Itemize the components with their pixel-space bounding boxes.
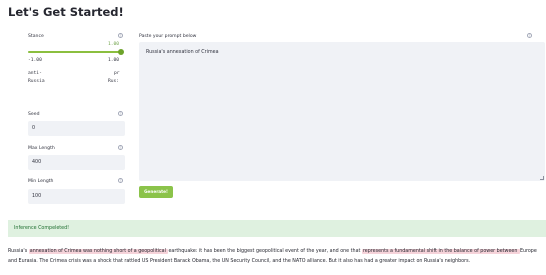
page-title: Let's Get Started! [8,5,124,19]
stance-max-caption-1: pr [114,71,120,76]
prompt-textarea[interactable]: Russia's annexation of Crimea [139,42,545,181]
generate-button[interactable]: Generate! [139,186,173,198]
prompt-label: Paste your prompt below [139,34,197,39]
result-text: Russia's annexation of Crimea was nothin… [8,247,544,267]
resize-handle-icon[interactable] [540,176,544,180]
stance-min: -1.00 [28,58,42,63]
stance-min-caption-1: anti- [28,71,42,76]
seed-input[interactable]: 0 [28,121,125,136]
prompt-text: Russia's annexation of Crimea [146,50,219,55]
highlighted-span: annexation of Crimea was nothing short o… [28,249,169,254]
result-span: Russia's [8,249,29,254]
stance-value: 1.00 [108,42,120,47]
stance-max-caption-2: Rus: [108,79,120,84]
min-length-input[interactable]: 100 [28,189,125,204]
stance-slider-fill [28,51,121,53]
result-span: earthquake: it has been the biggest geop… [168,249,362,254]
question-circle-icon[interactable]: ? [118,33,123,38]
stance-slider-thumb[interactable] [118,49,124,55]
max-length-label: Max Length [28,146,55,151]
stance-label: Stance [28,34,44,39]
question-circle-icon[interactable]: ? [118,111,123,116]
highlighted-span: represents a fundamental shift in the ba… [361,249,520,254]
status-message: Inference Compeleted! [8,220,546,237]
controls-panel: Stance ? 1.00 -1.00 1.00 anti- Russia pr… [18,28,546,206]
question-circle-icon[interactable]: ? [527,33,532,38]
question-circle-icon[interactable]: ? [118,145,123,150]
stance-min-caption-2: Russia [28,79,45,84]
question-circle-icon[interactable]: ? [118,178,123,183]
max-length-input[interactable]: 400 [28,155,125,170]
stance-max: 1.00 [108,58,120,63]
stance-slider[interactable] [28,51,121,53]
seed-label: Seed [28,112,40,117]
min-length-label: Min Length [28,179,54,184]
